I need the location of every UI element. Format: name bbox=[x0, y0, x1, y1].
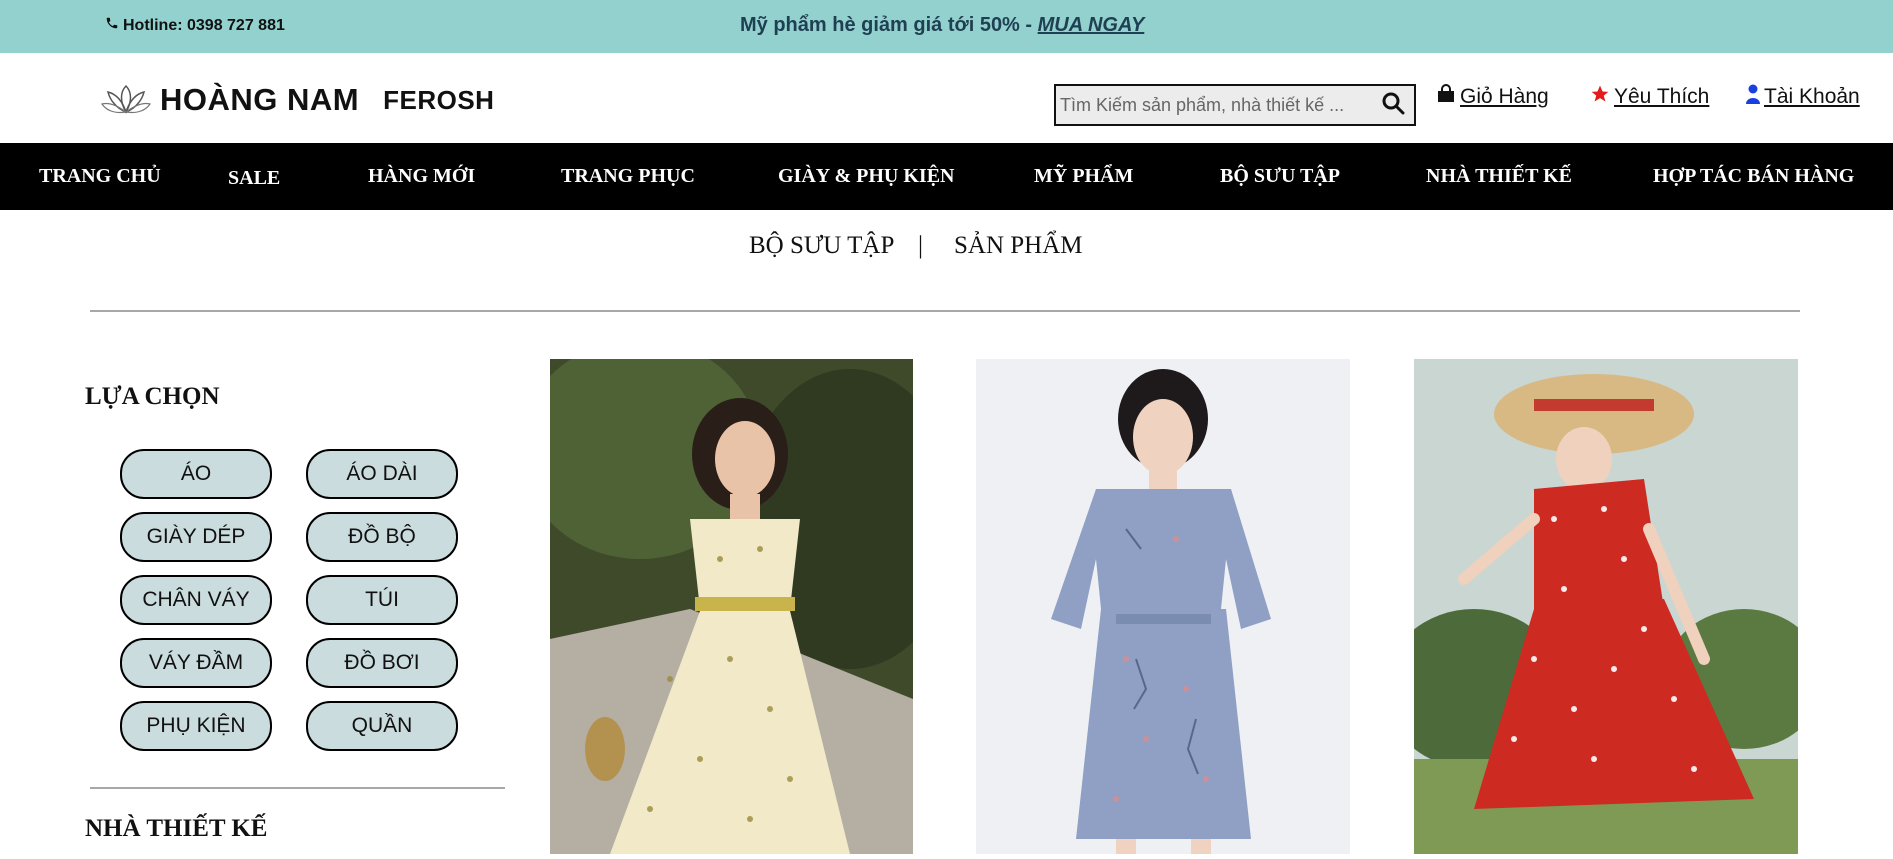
designer-section-title: NHÀ THIẾT KẾ bbox=[85, 815, 268, 842]
cart-link[interactable]: Giỏ Hàng bbox=[1436, 84, 1549, 110]
hotline: Hotline: 0398 727 881 bbox=[105, 16, 285, 35]
nav-item-cosmetics[interactable]: MỸ PHẨM bbox=[1034, 143, 1133, 210]
main-nav: TRANG CHỦ SALE HÀNG MỚI TRANG PHỤC GIÀY … bbox=[0, 143, 1893, 210]
filter-chip-vay-dam[interactable]: VÁY ĐẦM bbox=[120, 638, 272, 688]
tab-collection[interactable]: BỘ SƯU TẬP bbox=[749, 232, 894, 260]
star-icon bbox=[1590, 84, 1610, 110]
tab-separator: | bbox=[918, 232, 924, 259]
filter-chip-ao[interactable]: ÁO bbox=[120, 449, 272, 499]
lotus-logo-icon bbox=[100, 82, 152, 118]
filter-chip-giay-dep[interactable]: GIÀY DÉP bbox=[120, 512, 272, 562]
search-input[interactable] bbox=[1056, 85, 1372, 125]
nav-item-clothing[interactable]: TRANG PHỤC bbox=[561, 143, 695, 210]
product-card-1[interactable] bbox=[550, 359, 913, 854]
filter-chip-phu-kien[interactable]: PHỤ KIỆN bbox=[120, 701, 272, 751]
account-label: Tài Khoản bbox=[1764, 85, 1860, 108]
wishlist-label: Yêu Thích bbox=[1614, 85, 1710, 108]
phone-icon bbox=[105, 16, 119, 35]
logo-name: HOÀNG NAM bbox=[160, 82, 360, 117]
nav-item-shoes-accessories[interactable]: GIÀY & PHỤ KIỆN bbox=[778, 143, 954, 210]
promo-shop-now-link[interactable]: MUA NGAY bbox=[1038, 14, 1145, 36]
search-icon bbox=[1381, 91, 1405, 120]
logo-sub: FEROSH bbox=[383, 84, 495, 115]
view-tabs: BỘ SƯU TẬP | SẢN PHẨM bbox=[0, 232, 1893, 268]
sidebar-divider bbox=[90, 787, 505, 789]
filter-chip-do-bo[interactable]: ĐỒ BỘ bbox=[306, 512, 458, 562]
product-image-floral-dress bbox=[550, 359, 913, 854]
filter-chip-quan[interactable]: QUẦN bbox=[306, 701, 458, 751]
nav-item-designers[interactable]: NHÀ THIẾT KẾ bbox=[1426, 143, 1572, 210]
filter-chip-ao-dai[interactable]: ÁO DÀI bbox=[306, 449, 458, 499]
wishlist-link[interactable]: Yêu Thích bbox=[1590, 84, 1709, 110]
nav-item-collections[interactable]: BỘ SƯU TẬP bbox=[1220, 143, 1340, 210]
product-card-3[interactable] bbox=[1414, 359, 1798, 854]
nav-item-sale[interactable]: SALE bbox=[228, 145, 280, 212]
search-button[interactable] bbox=[1372, 86, 1414, 124]
section-divider bbox=[90, 310, 1800, 312]
bag-icon bbox=[1436, 84, 1456, 110]
search-bar bbox=[1054, 84, 1416, 126]
promo-banner: Mỹ phẩm hè giảm giá tới 50% - MUA NGAY bbox=[740, 14, 1144, 37]
product-image-blue-dress bbox=[976, 359, 1350, 854]
product-card-2[interactable] bbox=[976, 359, 1350, 854]
site-logo[interactable]: HOÀNG NAM FEROSH bbox=[100, 82, 494, 118]
filter-section-title: LỰA CHỌN bbox=[85, 383, 220, 410]
nav-item-partnership[interactable]: HỢP TÁC BÁN HÀNG bbox=[1653, 143, 1854, 210]
tab-products[interactable]: SẢN PHẨM bbox=[954, 232, 1083, 260]
announcement-bar: Hotline: 0398 727 881 Mỹ phẩm hè giảm gi… bbox=[0, 0, 1893, 53]
user-icon bbox=[1746, 84, 1760, 110]
filter-chip-chan-vay[interactable]: CHÂN VÁY bbox=[120, 575, 272, 625]
cart-label: Giỏ Hàng bbox=[1460, 85, 1549, 108]
promo-text: Mỹ phẩm hè giảm giá tới 50% - bbox=[740, 14, 1038, 36]
product-image-red-dress bbox=[1414, 359, 1798, 854]
hotline-text: Hotline: 0398 727 881 bbox=[123, 16, 285, 34]
filter-chip-tui[interactable]: TÚI bbox=[306, 575, 458, 625]
nav-item-new[interactable]: HÀNG MỚI bbox=[368, 143, 475, 210]
account-link[interactable]: Tài Khoản bbox=[1746, 84, 1860, 110]
nav-item-home[interactable]: TRANG CHỦ bbox=[39, 143, 161, 210]
filter-chip-do-boi[interactable]: ĐỒ BƠI bbox=[306, 638, 458, 688]
